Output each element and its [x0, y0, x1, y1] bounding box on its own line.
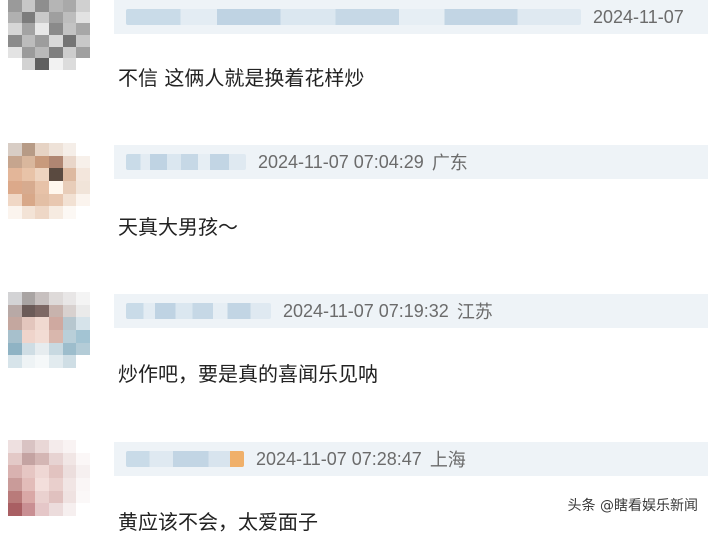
comment-text: 炒作吧，要是真的喜闻乐见呐 [118, 362, 378, 386]
comment-location: 上海 [429, 450, 466, 470]
comment-text: 黄应该不会，太爱面子 [118, 510, 318, 534]
username-blurred[interactable] [126, 451, 244, 467]
comment-text: 不信 这俩人就是换着花样炒 [118, 66, 365, 90]
avatar[interactable] [8, 0, 90, 70]
comment-location: 广东 [431, 153, 468, 173]
username-blurred[interactable] [126, 9, 581, 25]
comment-timestamp: 2024-11-07 07:19:32 [283, 300, 449, 321]
comment-timestamp: 2024-11-07 07:04:29 [258, 151, 424, 172]
comment-timestamp: 2024-11-07 07:28:47 [256, 448, 422, 469]
comment-meta-bar: 2024-11-07 [114, 0, 708, 34]
username-blurred[interactable] [126, 154, 246, 170]
username-blurred[interactable] [126, 303, 271, 319]
comment-meta-bar: 2024-11-07 07:19:32 江苏 [114, 294, 708, 328]
comment-location: 江苏 [456, 302, 493, 322]
comment-timestamp: 2024-11-07 [593, 6, 684, 27]
comment-meta-bar: 2024-11-07 07:28:47 上海 [114, 442, 708, 476]
comment-text: 天真大男孩～ [118, 215, 238, 239]
avatar[interactable] [8, 292, 90, 368]
watermark: 头条 @瞎看娱乐新闻 [567, 498, 698, 514]
avatar[interactable] [8, 440, 90, 516]
comment-meta-bar: 2024-11-07 07:04:29 广东 [114, 145, 708, 179]
avatar[interactable] [8, 143, 90, 219]
